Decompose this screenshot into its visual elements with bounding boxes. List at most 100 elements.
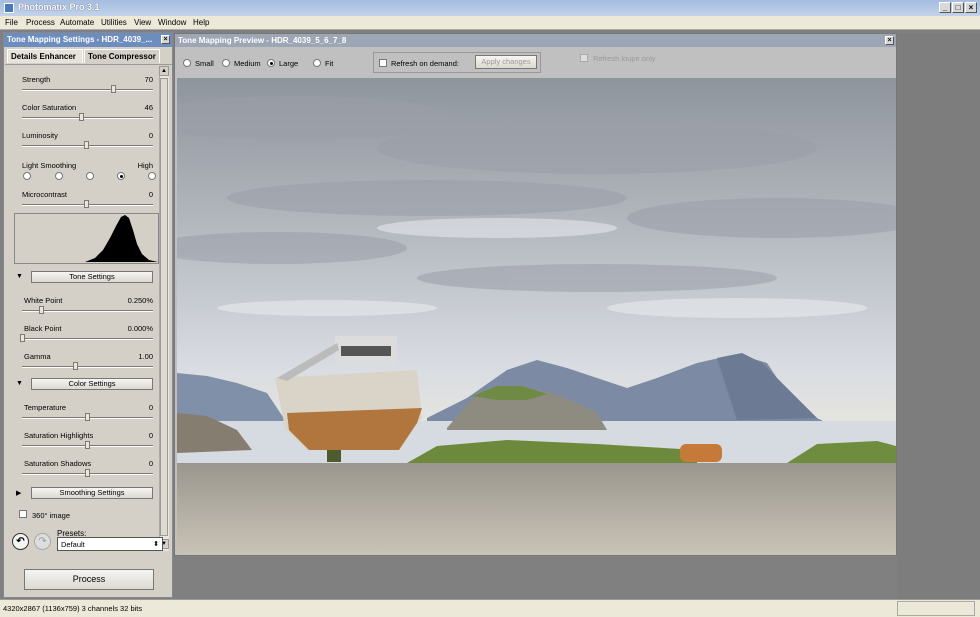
process-button[interactable]: Process (24, 569, 154, 590)
minimize-button[interactable]: _ (939, 2, 951, 13)
app-icon (4, 3, 14, 13)
select-arrows-icon: ⬍ (153, 541, 159, 548)
microcontrast-label: Microcontrast (22, 190, 68, 199)
size-large-radio[interactable] (267, 59, 275, 67)
luminosity-value: 0 (148, 131, 153, 140)
preview-image[interactable] (177, 78, 896, 555)
microcontrast-value: 0 (148, 190, 153, 199)
white-point-label: White Point (24, 296, 63, 305)
menu-automate[interactable]: Automate (60, 18, 94, 27)
redo-icon[interactable]: ↷ (34, 533, 51, 550)
window-titlebar: Photomatix Pro 3.1 _ □ × (0, 0, 980, 16)
light-smoothing-value: High (137, 161, 153, 170)
strength-value: 70 (144, 75, 153, 84)
gamma-slider[interactable] (22, 366, 153, 368)
tab-details-enhancer[interactable]: Details Enhancer (7, 49, 83, 63)
preview-close-button[interactable]: × (885, 36, 894, 45)
black-point-label: Black Point (24, 324, 62, 333)
menu-file[interactable]: File (5, 18, 18, 27)
temperature-slider-thumb[interactable] (85, 413, 90, 421)
refresh-loupe-checkbox[interactable] (580, 54, 588, 62)
refresh-loupe-label: Refresh loupe only (593, 54, 656, 63)
color-saturation-slider-thumb[interactable] (79, 113, 84, 121)
histogram (14, 213, 159, 264)
color-settings-collapse-icon[interactable]: ▼ (16, 380, 23, 387)
image-360-checkbox[interactable] (19, 510, 27, 518)
menu-help[interactable]: Help (193, 18, 209, 27)
menu-process[interactable]: Process (26, 18, 55, 27)
preview-title: Tone Mapping Preview - HDR_4039_5_6_7_8 (178, 36, 347, 45)
luminosity-label: Luminosity (22, 131, 58, 140)
presets-selected-value: Default (61, 540, 85, 549)
hdr-landscape-photo (177, 78, 896, 555)
saturation-highlights-value: 0 (148, 431, 153, 440)
panel-title: Tone Mapping Settings - HDR_4039_... (7, 35, 153, 44)
tone-settings-collapse-icon[interactable]: ▼ (16, 273, 23, 280)
light-smoothing-radio-1[interactable] (23, 172, 31, 180)
strength-slider[interactable] (22, 89, 153, 91)
smoothing-settings-expand-icon[interactable]: ▶ (16, 489, 21, 497)
gamma-slider-thumb[interactable] (73, 362, 78, 370)
size-small-label: Small (195, 59, 214, 68)
size-medium-radio[interactable] (222, 59, 230, 67)
strength-label: Strength (22, 75, 51, 84)
maximize-button[interactable]: □ (952, 2, 964, 13)
temperature-label: Temperature (24, 403, 67, 412)
apply-changes-button[interactable]: Apply changes (475, 55, 537, 69)
scroll-up-arrow-icon[interactable]: ▲ (159, 66, 169, 76)
preview-titlebar: Tone Mapping Preview - HDR_4039_5_6_7_8 … (175, 34, 896, 47)
tab-tone-compressor[interactable]: Tone Compressor (84, 49, 160, 63)
panel-titlebar: Tone Mapping Settings - HDR_4039_... × (4, 33, 172, 47)
color-saturation-slider[interactable] (22, 117, 153, 119)
white-point-slider-thumb[interactable] (39, 306, 44, 314)
tone-mapping-preview-window: Tone Mapping Preview - HDR_4039_5_6_7_8 … (174, 33, 897, 556)
size-small-radio[interactable] (183, 59, 191, 67)
refresh-on-demand-checkbox[interactable] (379, 59, 387, 67)
settings-scroll-area: Strength 70 Color Saturation 46 Luminosi… (5, 64, 172, 549)
tone-mapping-settings-panel: Tone Mapping Settings - HDR_4039_... × D… (3, 32, 173, 598)
tone-settings-button[interactable]: Tone Settings (31, 271, 153, 283)
strength-slider-thumb[interactable] (111, 85, 116, 93)
saturation-shadows-slider-thumb[interactable] (85, 469, 90, 477)
size-fit-radio[interactable] (313, 59, 321, 67)
luminosity-slider-thumb[interactable] (84, 141, 89, 149)
black-point-slider-thumb[interactable] (20, 334, 25, 342)
workspace-background (897, 33, 980, 599)
presets-select[interactable]: Default ⬍ (57, 537, 163, 551)
size-large-label: Large (279, 59, 299, 68)
light-smoothing-label: Light Smoothing (22, 161, 77, 170)
gamma-value: 1.00 (138, 352, 153, 361)
black-point-slider[interactable] (22, 338, 153, 340)
size-fit-label: Fit (325, 59, 334, 68)
image-360-label: 360° image (32, 511, 71, 520)
saturation-highlights-slider-thumb[interactable] (85, 441, 90, 449)
menu-bar: File Process Automate Utilities View Win… (0, 16, 980, 30)
saturation-shadows-label: Saturation Shadows (24, 459, 92, 468)
menu-view[interactable]: View (134, 18, 151, 27)
saturation-shadows-value: 0 (148, 459, 153, 468)
microcontrast-slider-thumb[interactable] (84, 200, 89, 208)
color-settings-button[interactable]: Color Settings (31, 378, 153, 390)
status-bar: 4320x2867 (1136x759) 3 channels 32 bits (0, 599, 980, 617)
status-text: 4320x2867 (1136x759) 3 channels 32 bits (3, 604, 143, 613)
status-panel (897, 601, 975, 616)
black-point-value: 0.000% (127, 324, 153, 333)
menu-utilities[interactable]: Utilities (101, 18, 127, 27)
histogram-graph (15, 215, 158, 262)
panel-close-button[interactable]: × (161, 35, 170, 44)
refresh-on-demand-label: Refresh on demand: (391, 59, 459, 68)
light-smoothing-radio-3[interactable] (86, 172, 94, 180)
window-title: Photomatix Pro 3.1 (18, 2, 100, 12)
menu-window[interactable]: Window (158, 18, 186, 27)
undo-icon[interactable]: ↶ (12, 533, 29, 550)
close-button[interactable]: × (965, 2, 977, 13)
light-smoothing-radio-2[interactable] (55, 172, 63, 180)
saturation-highlights-label: Saturation Highlights (24, 431, 94, 440)
light-smoothing-radio-5[interactable] (148, 172, 156, 180)
settings-scrollbar-thumb[interactable] (160, 78, 168, 536)
light-smoothing-radio-4[interactable] (117, 172, 125, 180)
temperature-value: 0 (148, 403, 153, 412)
gamma-label: Gamma (24, 352, 51, 361)
color-saturation-value: 46 (144, 103, 153, 112)
smoothing-settings-button[interactable]: Smoothing Settings (31, 487, 153, 499)
